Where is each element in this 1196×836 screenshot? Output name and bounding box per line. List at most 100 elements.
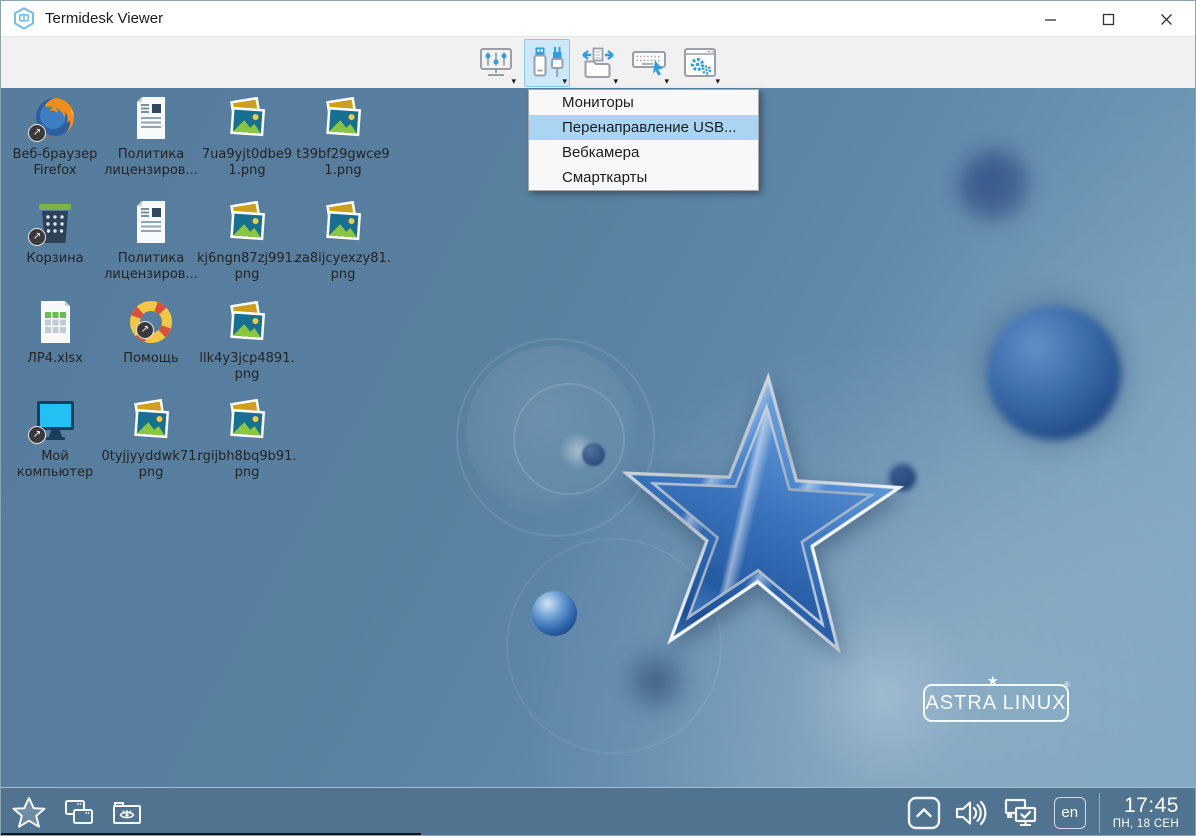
icon-label: Политика лицензиров...	[100, 147, 202, 180]
desktop-icon-image-7[interactable]: rgijbh8bq9b91.png	[195, 396, 299, 482]
icon-label: Корзина	[26, 251, 83, 267]
icon-label: za8ijcyexzy81.png	[292, 251, 394, 284]
bokeh-circle	[456, 338, 655, 537]
settings-gears-icon	[680, 43, 720, 83]
document-icon	[127, 198, 175, 246]
usb-redirect-icon	[527, 43, 567, 83]
shortcut-arrow-icon: ↗	[28, 124, 46, 142]
bokeh-dot	[559, 432, 597, 470]
icon-label: rgijbh8bq9b91.png	[196, 449, 298, 482]
image-file-icon	[223, 298, 271, 346]
star-icon	[11, 796, 47, 830]
spreadsheet-icon	[31, 298, 79, 346]
desktop-icon-policy-doc-1[interactable]: Политика лицензиров...	[99, 94, 203, 180]
remote-taskbar: en 17:45 ПН, 18 СЕН	[1, 787, 1195, 836]
desktop-icon-image-3[interactable]: kj6ngn87zj991.png	[195, 198, 299, 284]
connection-settings-button[interactable]: ▾	[677, 39, 723, 87]
sphere-tiny	[582, 443, 605, 466]
usb-redirect-button[interactable]: ▾	[524, 39, 570, 87]
desktop-icon-help[interactable]: ↗ Помощь	[99, 298, 203, 367]
desktop-icon-my-computer[interactable]: ↗ Мой компьютер	[3, 396, 107, 482]
sphere-small-mid	[889, 464, 916, 491]
sphere-large-right	[987, 306, 1121, 440]
maximize-button[interactable]	[1079, 1, 1137, 37]
tray-expand-button[interactable]	[907, 796, 941, 830]
screenshot-tool-button[interactable]	[111, 798, 143, 828]
close-button[interactable]	[1137, 1, 1195, 37]
image-file-icon	[127, 396, 175, 444]
clock[interactable]: 17:45 ПН, 18 СЕН	[1113, 795, 1185, 830]
file-transfer-button[interactable]: ▾	[575, 39, 621, 87]
menu-item-webcam[interactable]: Вебкамера	[529, 140, 758, 165]
desktop-icon-firefox[interactable]: ↗ Веб-браузер Firefox	[3, 94, 107, 180]
icon-label: 0tyjjyyddwk71.png	[100, 449, 202, 482]
bokeh-disc	[466, 346, 638, 518]
logo-text: ASTRA LINUX	[925, 692, 1066, 715]
desktop-icon-trash[interactable]: ↗ Корзина	[3, 198, 107, 267]
bokeh-ring-small	[513, 383, 625, 495]
desktop-icon-image-5[interactable]: llk4y3jcp4891.png	[195, 298, 299, 384]
viewer-toolbar: ▾ ▾	[1, 37, 1195, 88]
window-title: Termidesk Viewer	[45, 10, 163, 27]
logo-star-icon: ★	[987, 673, 1000, 689]
sphere-glossy	[532, 591, 577, 636]
window-list-button[interactable]	[63, 798, 95, 828]
icon-label: Политика лицензиров...	[100, 251, 202, 284]
icon-label: 7ua9yjt0dbe91.png	[196, 147, 298, 180]
document-icon	[127, 94, 175, 142]
send-keys-icon	[629, 43, 669, 83]
caret-down-icon: ▾	[664, 77, 669, 86]
start-menu-star-button[interactable]	[11, 796, 47, 830]
icon-label: t39bf29gwce91.png	[292, 147, 394, 180]
image-file-icon	[223, 198, 271, 246]
caret-down-icon: ▾	[511, 77, 516, 86]
volume-button[interactable]	[954, 797, 990, 829]
icon-label: Мой компьютер	[4, 449, 106, 482]
termidesk-logo-icon	[13, 7, 35, 30]
network-status-button[interactable]	[1003, 796, 1041, 830]
screen-edge	[1, 833, 421, 835]
remote-desktop-area: ★ ASTRA LINUX ® ↗ Веб-браузер Firefox	[1, 88, 1196, 787]
icon-label: ЛР4.xlsx	[27, 351, 83, 367]
icon-label: Помощь	[123, 351, 178, 367]
image-file-icon	[223, 94, 271, 142]
minimize-button[interactable]	[1021, 1, 1079, 37]
shortcut-arrow-icon: ↗	[28, 426, 46, 444]
clock-date: ПН, 18 СЕН	[1113, 818, 1179, 830]
keyboard-layout-indicator[interactable]: en	[1054, 797, 1086, 829]
desktop-icon-image-4[interactable]: za8ijcyexzy81.png	[291, 198, 395, 284]
bokeh-ring-bottom	[506, 538, 722, 754]
menu-item-smartcards[interactable]: Смарткарты	[529, 165, 758, 190]
shortcut-arrow-icon: ↗	[28, 228, 46, 246]
display-settings-button[interactable]: ▾	[473, 39, 519, 87]
file-transfer-icon	[578, 43, 618, 83]
desktop-icon-image-6[interactable]: 0tyjjyyddwk71.png	[99, 396, 203, 482]
desktop-icon-image-2[interactable]: t39bf29gwce91.png	[291, 94, 395, 180]
send-shortcuts-button[interactable]: ▾	[626, 39, 672, 87]
speaker-icon	[954, 797, 990, 829]
usb-dropdown-menu: Мониторы Перенаправление USB... Вебкамер…	[528, 89, 759, 191]
desktop-icon-xlsx[interactable]: ЛР4.xlsx	[3, 298, 107, 367]
caret-down-icon: ▾	[562, 77, 567, 86]
image-file-icon	[223, 396, 271, 444]
caret-down-icon: ▾	[715, 77, 720, 86]
title-bar: Termidesk Viewer	[1, 1, 1195, 37]
wallpaper-glass-star	[605, 364, 916, 684]
folder-eye-icon	[111, 798, 143, 828]
network-monitors-icon	[1003, 796, 1041, 830]
termidesk-viewer-window: Termidesk Viewer	[0, 0, 1196, 836]
registered-mark: ®	[1064, 680, 1071, 689]
desktop-icon-policy-doc-2[interactable]: Политика лицензиров...	[99, 198, 203, 284]
chevron-up-icon	[907, 796, 941, 830]
astra-linux-logo: ★ ASTRA LINUX ®	[923, 684, 1069, 722]
lifebuoy-icon	[127, 298, 175, 346]
icon-label: llk4y3jcp4891.png	[196, 351, 298, 384]
image-file-icon	[319, 198, 367, 246]
windows-icon	[63, 798, 95, 828]
menu-item-usb-redirect[interactable]: Перенаправление USB...	[529, 115, 758, 140]
shortcut-arrow-icon: ↗	[136, 321, 154, 339]
icon-label: Веб-браузер Firefox	[4, 147, 106, 180]
desktop-icon-image-1[interactable]: 7ua9yjt0dbe91.png	[195, 94, 299, 180]
menu-item-monitors[interactable]: Мониторы	[529, 90, 758, 115]
sphere-blurred-top-right	[958, 149, 1032, 223]
